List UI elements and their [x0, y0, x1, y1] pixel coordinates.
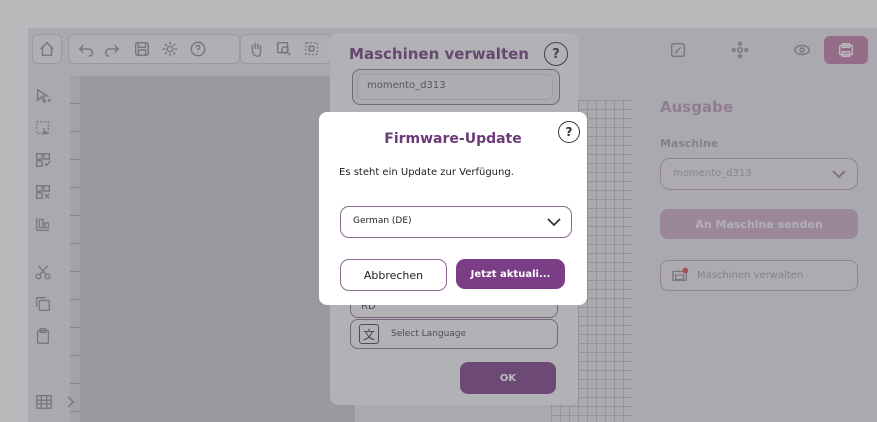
language-select[interactable]: German (DE) — [340, 206, 572, 238]
cancel-button[interactable]: Abbrechen — [340, 259, 447, 291]
dialog-title: Firmware-Update — [384, 131, 522, 147]
chevron-down-icon — [547, 218, 561, 227]
language-select-value: German (DE) — [353, 216, 412, 226]
firmware-update-dialog: Firmware-Update ? Es steht ein Update zu… — [319, 112, 587, 305]
help-icon[interactable]: ? — [558, 121, 580, 143]
update-message: Es steht ein Update zur Verfügung. — [339, 167, 514, 178]
update-now-button[interactable]: Jetzt aktuali... — [456, 259, 565, 289]
